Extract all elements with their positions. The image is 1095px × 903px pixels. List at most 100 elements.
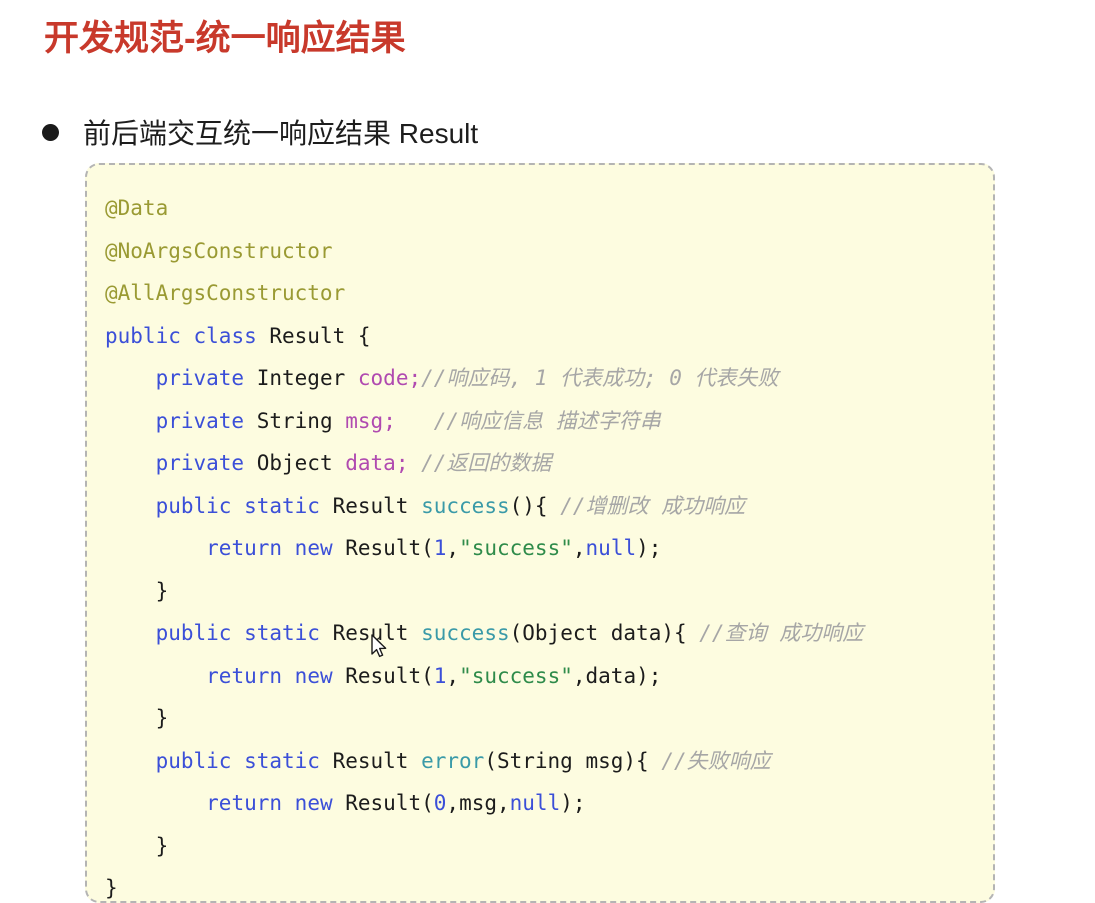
code-token: ; (408, 366, 422, 390)
code-token: , (572, 536, 586, 560)
code-line: private Integer code;//响应码, 1 代表成功; 0 代表… (105, 357, 977, 400)
code-token: ,msg, (446, 791, 510, 815)
code-token: Result( (332, 536, 434, 560)
code-token: success (421, 493, 510, 518)
code-token: ; (395, 451, 409, 475)
code-token: ,data); (572, 663, 662, 688)
code-token: msg (345, 408, 384, 433)
code-token: new (294, 663, 333, 688)
code-token: ; (383, 408, 396, 433)
code-token: 0 (433, 791, 447, 815)
code-token: error (421, 748, 485, 773)
code-line: private Object data; //返回的数据 (105, 442, 977, 485)
code-token: } (105, 876, 118, 900)
code-token: null (509, 791, 561, 815)
code-content: @Data @NoArgsConstructor @AllArgsConstruct… (87, 179, 993, 901)
code-token: @Data (105, 196, 169, 220)
code-token: success (421, 621, 510, 645)
code-token: @AllArgsConstructor (105, 281, 346, 305)
code-token: , (446, 663, 460, 688)
code-token: class (193, 323, 257, 348)
code-token: } (105, 578, 169, 603)
code-token: String (244, 408, 346, 433)
code-line: public class Result { (105, 315, 977, 358)
code-token: private (155, 408, 245, 433)
code-token: ); (636, 536, 662, 560)
code-token: Result (319, 748, 422, 773)
code-token: private (155, 366, 245, 390)
code-line: @NoArgsConstructor (105, 230, 977, 273)
bullet-item-label: 前后端交互统一响应结果 Result (83, 118, 479, 149)
code-token: Integer (244, 366, 358, 390)
code-token: } (105, 833, 169, 858)
code-token: data (345, 451, 396, 475)
code-token: Result( (332, 791, 434, 815)
code-token: (){ (509, 493, 561, 518)
code-block: @Data @NoArgsConstructor @AllArgsConstruct… (85, 163, 995, 903)
page-title: 开发规范-统一响应结果 (44, 19, 406, 58)
code-token: 1 (433, 536, 447, 560)
code-line: return new Result(0,msg,null); (105, 782, 977, 825)
code-token: public (155, 493, 232, 518)
code-token: (String msg){ (484, 748, 662, 773)
code-line: return new Result(1,"success",data); (105, 655, 977, 698)
code-token: null (585, 536, 637, 560)
code-token: return (206, 791, 283, 815)
code-token: //返回的数据 (421, 451, 552, 475)
code-token: , (446, 536, 460, 560)
code-token: Result (319, 621, 422, 645)
code-line: @Data (105, 187, 977, 230)
code-line: return new Result(1,"success",null); (105, 527, 977, 570)
code-token: } (105, 706, 169, 730)
code-token: Result (319, 493, 422, 518)
code-token: (Object data){ (509, 621, 700, 645)
code-token: //失败响应 (661, 748, 771, 773)
code-token: @NoArgsConstructor (105, 238, 333, 263)
code-line: public static Result error(String msg){ … (105, 740, 977, 783)
code-line: public static Result success(Object data… (105, 612, 977, 655)
code-token: static (244, 493, 320, 518)
code-line: } (105, 697, 977, 740)
code-token: //响应码, 1 代表成功; 0 代表失败 (421, 366, 779, 390)
code-token: public (155, 748, 232, 773)
code-token: new (294, 536, 333, 560)
code-token: return (206, 536, 283, 560)
code-token: new (294, 791, 333, 815)
code-line: private String msg; //响应信息 描述字符串 (105, 400, 977, 443)
code-token: return (206, 663, 283, 688)
code-token: 1 (433, 663, 447, 688)
code-token: Result( (332, 663, 434, 688)
code-token: static (244, 621, 320, 645)
code-token: //增删改 成功响应 (560, 493, 746, 518)
code-line: public static Result success(){ //增删改 成功… (105, 485, 977, 528)
bullet-dot-icon (42, 123, 59, 141)
bullet-item: 前后端交互统一响应结果 Result (42, 112, 478, 152)
code-token: Result { (256, 323, 371, 348)
code-token: Object (244, 451, 346, 475)
code-line: } (105, 570, 977, 613)
code-token: "success" (459, 536, 573, 560)
code-token: code (357, 366, 409, 390)
code-line: } (105, 825, 977, 868)
code-token: public (155, 621, 232, 645)
code-token: //查询 成功响应 (699, 621, 864, 645)
code-token: ); (560, 791, 586, 815)
code-token: private (155, 451, 245, 475)
